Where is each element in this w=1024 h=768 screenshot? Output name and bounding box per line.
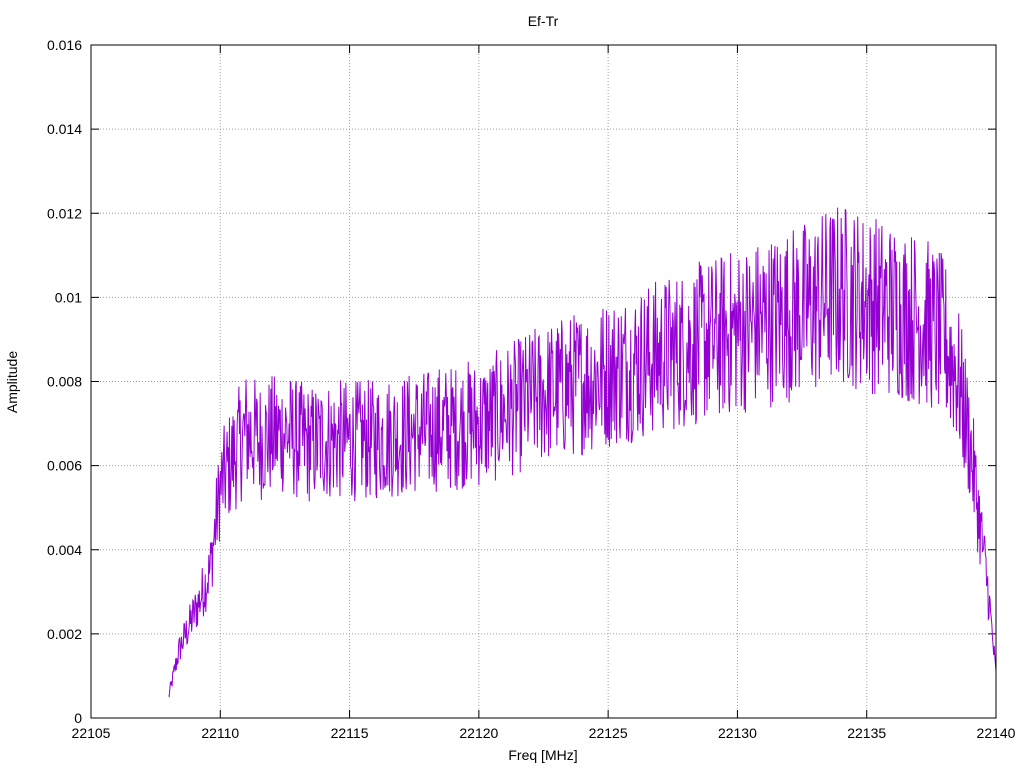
chart-title: Ef-Tr [528,13,559,29]
chart: 22105 22110 22115 22120 22125 22130 22135 22140… [0,0,1024,768]
y-tick-label: 0.012 [47,205,82,221]
y-tick-label: 0.006 [47,458,82,474]
x-tick-label: 22115 [331,725,369,741]
x-tick-label: 22135 [847,725,886,741]
y-axis-label: Amplitude [4,351,20,413]
x-axis-label: Freq [MHz] [508,747,577,763]
x-tick-label: 22125 [589,725,628,741]
y-tick-label: 0.014 [47,121,82,137]
x-tick-label: 22130 [718,725,757,741]
x-tick-label: 22140 [977,725,1016,741]
y-tick-label: 0.016 [47,37,82,53]
x-tick-label: 22105 [72,725,111,741]
y-tick-label: 0.002 [47,626,82,642]
x-tick-label: 22110 [201,725,239,741]
x-tick-label: 22120 [459,725,498,741]
y-tick-label: 0.01 [55,289,82,305]
y-tick-label: 0 [74,710,82,726]
y-tick-label: 0.008 [47,374,82,390]
y-tick-label: 0.004 [47,542,82,558]
